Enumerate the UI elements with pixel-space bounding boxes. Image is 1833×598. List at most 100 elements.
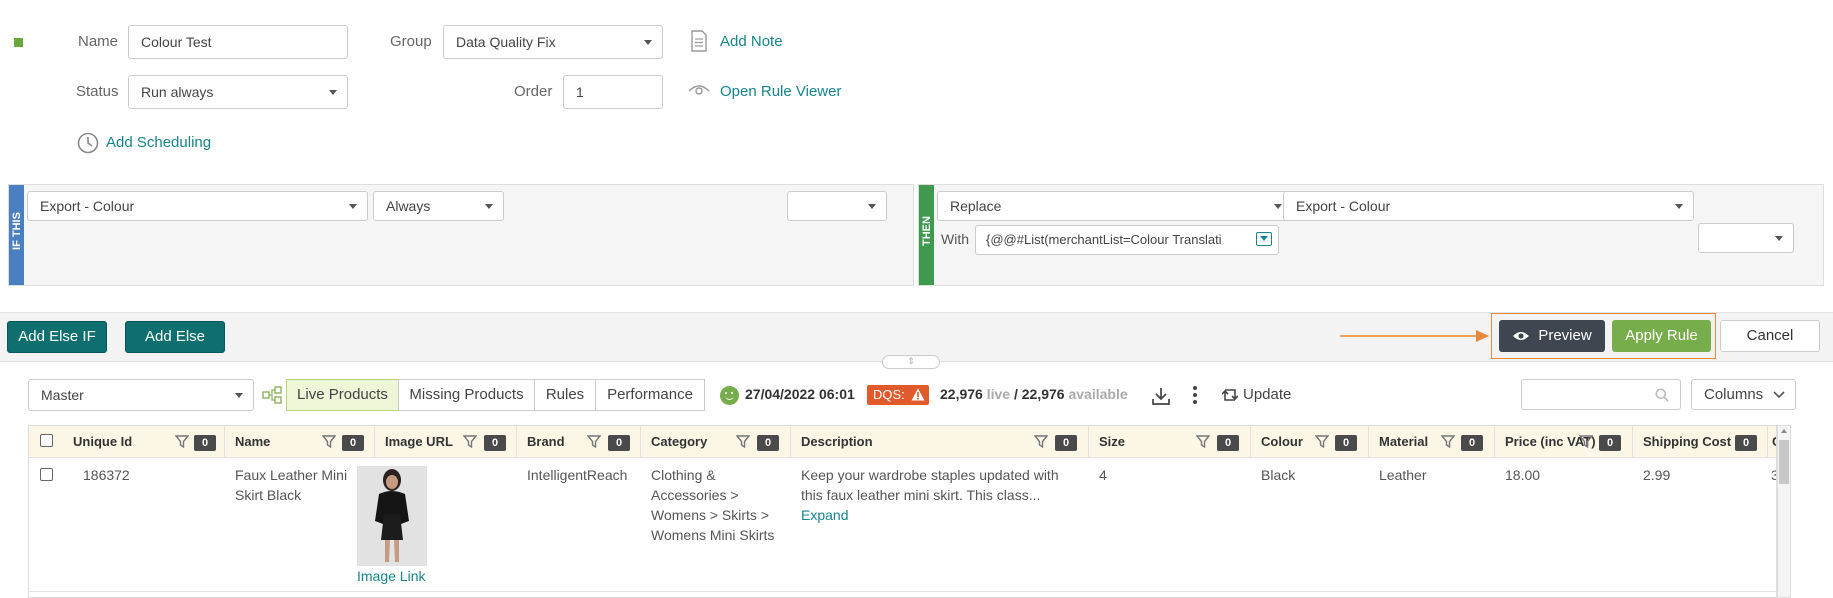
available-count: 22,976 [1021, 386, 1065, 402]
name-input[interactable]: Colour Test [128, 25, 348, 59]
chevron-down-icon [1675, 204, 1683, 209]
chevron-down-icon [329, 90, 337, 95]
add-note-link[interactable]: Add Note [720, 33, 783, 50]
cell-colour: Black [1261, 467, 1296, 483]
chevron-down-icon [485, 204, 493, 209]
status-indicator [14, 38, 23, 47]
group-label: Group [390, 33, 432, 50]
col-colour[interactable]: Colour 0 [1251, 426, 1369, 458]
products-table: Unique Id 0 Name 0 Image URL 0 Brand 0 C… [28, 425, 1777, 598]
if-tag: IF THIS [9, 185, 24, 285]
expression-dropdown-icon[interactable] [1256, 232, 1272, 246]
filter-count-badge: 0 [1217, 435, 1239, 451]
chevron-down-icon [349, 204, 357, 209]
col-partial[interactable]: C [1768, 426, 1776, 458]
image-link[interactable]: Image Link [357, 568, 425, 584]
if-operator-select[interactable]: Always [373, 191, 504, 221]
catalog-select[interactable]: Master [28, 379, 254, 411]
col-material[interactable]: Material 0 [1369, 426, 1495, 458]
filter-icon[interactable] [1034, 435, 1048, 449]
col-description-label: Description [801, 434, 873, 449]
clock-icon [77, 132, 99, 154]
filter-icon[interactable] [1315, 435, 1329, 449]
if-tag-label: IF THIS [11, 212, 23, 250]
col-description[interactable]: Description 0 [791, 426, 1089, 458]
filter-icon[interactable] [322, 435, 336, 449]
table-scrollbar[interactable] [1777, 425, 1791, 598]
if-field-select[interactable]: Export - Colour [27, 191, 368, 221]
add-scheduling-link[interactable]: Add Scheduling [106, 134, 211, 151]
more-options-icon[interactable] [1193, 386, 1197, 404]
tab-live-products[interactable]: Live Products [286, 379, 399, 411]
product-photo [357, 466, 427, 566]
col-unique-id-label: Unique Id [73, 434, 133, 449]
then-extra-select[interactable] [1698, 223, 1794, 253]
filter-icon[interactable] [175, 435, 189, 449]
expand-link[interactable]: Expand [801, 505, 848, 525]
dqs-badge[interactable]: DQS: [867, 385, 929, 405]
then-action-select[interactable]: Replace [937, 191, 1293, 221]
tab-missing-products[interactable]: Missing Products [398, 379, 535, 411]
cell-description: Keep your wardrobe staples updated with … [801, 467, 1059, 503]
download-icon[interactable] [1151, 386, 1171, 406]
cancel-button[interactable]: Cancel [1720, 320, 1820, 352]
chevron-down-icon [1775, 236, 1783, 241]
filter-count-badge: 0 [608, 435, 630, 451]
col-colour-label: Colour [1261, 434, 1303, 449]
col-category-label: Category [651, 434, 708, 449]
status-label: Status [76, 83, 119, 100]
with-expression-input[interactable]: {@@#List(merchantList=Colour Translati [975, 225, 1279, 255]
group-select[interactable]: Data Quality Fix [443, 25, 663, 59]
search-icon [1655, 388, 1669, 402]
col-size[interactable]: Size 0 [1089, 426, 1251, 458]
order-input[interactable]: 1 [563, 75, 663, 109]
scrollbar-thumb[interactable] [1779, 440, 1789, 484]
apply-rule-button[interactable]: Apply Rule [1612, 320, 1711, 352]
status-select[interactable]: Run always [128, 75, 348, 109]
eye-icon [688, 85, 710, 95]
col-image-url[interactable]: Image URL 0 [375, 426, 517, 458]
preview-button[interactable]: Preview [1499, 320, 1605, 352]
smiley-icon [720, 386, 739, 405]
table-row[interactable]: 186372 Faux Leather Mini Skirt Black Ima… [29, 459, 1776, 597]
open-rule-viewer-link[interactable]: Open Rule Viewer [720, 83, 841, 100]
col-category[interactable]: Category 0 [641, 426, 791, 458]
row-checkbox[interactable] [40, 468, 53, 481]
col-unique-id[interactable]: Unique Id 0 [63, 426, 225, 458]
add-else-if-button[interactable]: Add Else IF [7, 321, 107, 353]
note-icon[interactable] [690, 30, 708, 52]
with-expression-value: {@@#List(merchantList=Colour Translati [986, 232, 1222, 247]
filter-count-badge: 0 [194, 435, 216, 451]
arrow-annotation [1340, 330, 1489, 342]
filter-icon[interactable] [736, 435, 750, 449]
cell-size: 4 [1099, 467, 1107, 483]
group-select-value: Data Quality Fix [456, 34, 556, 50]
filter-icon[interactable] [1441, 435, 1455, 449]
eye-icon [1513, 332, 1530, 341]
filter-icon[interactable] [1196, 435, 1210, 449]
catalog-value: Master [41, 387, 84, 403]
tab-performance[interactable]: Performance [595, 379, 705, 411]
add-else-button[interactable]: Add Else [125, 321, 225, 353]
col-price[interactable]: Price (inc VAT) 0 [1495, 426, 1633, 458]
select-all-checkbox[interactable] [40, 434, 53, 447]
name-label: Name [78, 33, 119, 50]
preview-label: Preview [1538, 327, 1592, 345]
filter-icon[interactable] [1579, 435, 1593, 449]
product-image[interactable] [357, 466, 427, 566]
col-shipping-cost[interactable]: Shipping Cost 0 [1633, 426, 1768, 458]
col-brand[interactable]: Brand 0 [517, 426, 641, 458]
chevron-down-icon [235, 393, 243, 398]
then-field-select[interactable]: Export - Colour [1283, 191, 1694, 221]
update-button[interactable]: Update [1243, 386, 1291, 403]
filter-icon[interactable] [463, 435, 477, 449]
cell-partial: 3 [1767, 465, 1776, 485]
col-name[interactable]: Name 0 [225, 426, 375, 458]
tab-rules[interactable]: Rules [534, 379, 596, 411]
table-header: Unique Id 0 Name 0 Image URL 0 Brand 0 C… [29, 426, 1776, 458]
if-extra-select[interactable] [787, 191, 887, 221]
resize-handle[interactable]: ⇕ [882, 355, 940, 369]
dqs-label: DQS: [873, 387, 905, 402]
columns-select[interactable]: Columns [1691, 379, 1796, 410]
filter-icon[interactable] [587, 435, 601, 449]
